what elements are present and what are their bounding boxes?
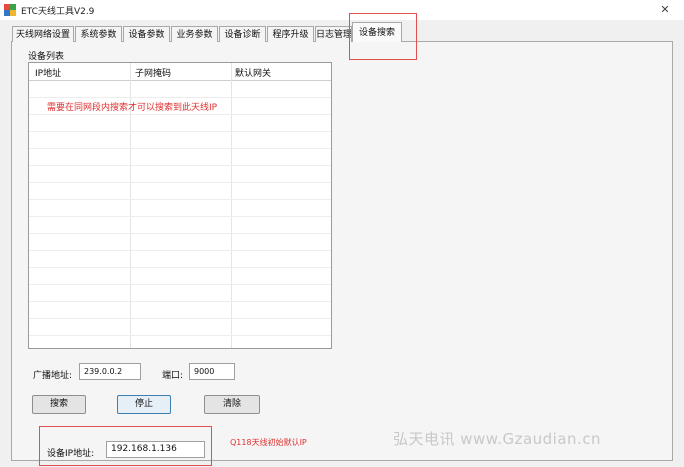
device-list-header: IP地址 子网掩码 默认网关	[29, 63, 331, 81]
window-title: ETC天线工具V2.9	[21, 7, 95, 17]
clear-button[interactable]: 清除	[204, 395, 260, 414]
tab-firmware-upgrade[interactable]: 程序升级	[267, 26, 314, 42]
grid-line	[29, 165, 331, 166]
grid-line	[29, 335, 331, 336]
broadcast-address-label: 广播地址:	[33, 371, 73, 381]
column-default-gateway[interactable]: 默认网关	[235, 66, 271, 79]
grid-line	[29, 216, 331, 217]
grid-line	[29, 182, 331, 183]
grid-line	[29, 284, 331, 285]
grid-line	[29, 199, 331, 200]
tab-antenna-network[interactable]: 天线网络设置	[12, 26, 74, 42]
tab-log-management[interactable]: 日志管理	[315, 26, 352, 42]
tab-device-params[interactable]: 设备参数	[123, 26, 170, 42]
grid-line	[29, 318, 331, 319]
grid-line	[29, 250, 331, 251]
tab-highlight-box	[349, 13, 417, 60]
device-ip-note: Q118天线初始默认IP	[230, 438, 307, 447]
grid-line	[29, 233, 331, 234]
app-logo-icon	[4, 4, 16, 16]
device-ip-label: 设备IP地址:	[47, 449, 95, 459]
tab-device-diagnosis[interactable]: 设备诊断	[219, 26, 266, 42]
column-ip-address[interactable]: IP地址	[35, 66, 61, 79]
grid-line	[29, 148, 331, 149]
port-input[interactable]: 9000	[189, 363, 235, 380]
search-button[interactable]: 搜索	[32, 395, 86, 414]
device-list[interactable]: IP地址 子网掩码 默认网关 需要在同网段内搜索才可以搜索到此天线IP	[28, 62, 332, 349]
grid-line	[29, 267, 331, 268]
column-divider	[231, 63, 232, 348]
broadcast-address-input[interactable]: 239.0.0.2	[79, 363, 141, 380]
tab-business-params[interactable]: 业务参数	[171, 26, 218, 42]
grid-line	[29, 131, 331, 132]
port-label: 端口:	[162, 371, 184, 381]
watermark: 弘天电讯 www.Gzaudian.cn	[393, 430, 602, 448]
device-list-group-label: 设备列表	[26, 49, 67, 62]
grid-line	[29, 114, 331, 115]
close-icon[interactable]: ✕	[656, 2, 674, 18]
device-ip-input[interactable]: 192.168.1.136	[106, 441, 205, 458]
stop-button[interactable]: 停止	[117, 395, 171, 414]
column-subnet-mask[interactable]: 子网掩码	[135, 66, 171, 79]
title-bar	[0, 0, 684, 20]
grid-line	[29, 97, 331, 98]
tab-system-params[interactable]: 系统参数	[75, 26, 122, 42]
device-list-note: 需要在同网段内搜索才可以搜索到此天线IP	[47, 103, 218, 113]
grid-line	[29, 301, 331, 302]
